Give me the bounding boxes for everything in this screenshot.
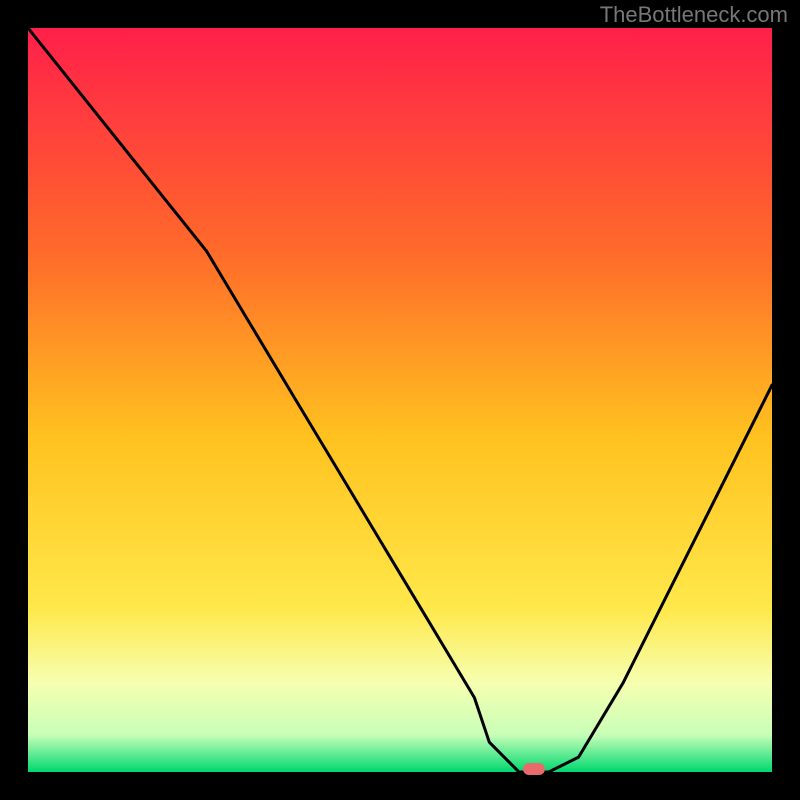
optimal-point-marker	[523, 763, 545, 775]
bottleneck-curve	[28, 28, 772, 772]
chart-frame	[28, 28, 772, 772]
watermark-text: TheBottleneck.com	[600, 2, 788, 28]
